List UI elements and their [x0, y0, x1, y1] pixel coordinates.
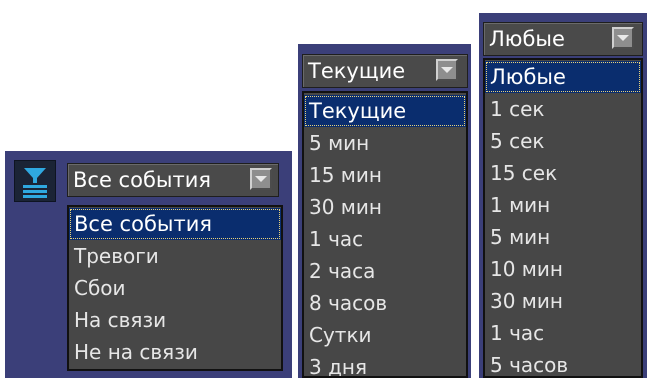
event-option-online[interactable]: На связи — [69, 304, 281, 336]
event-type-value: Все события — [73, 168, 211, 192]
event-option-failures[interactable]: Сбои — [69, 272, 281, 304]
period-list: Текущие 5 мин 15 мин 30 мин 1 час 2 часа… — [302, 91, 468, 378]
period-value: Текущие — [308, 59, 406, 83]
period-option[interactable]: 8 часов — [304, 287, 466, 319]
duration-option[interactable]: 5 часов — [485, 349, 641, 376]
duration-option[interactable]: Любые — [485, 61, 641, 93]
period-option[interactable]: 15 мин — [304, 159, 466, 191]
duration-option[interactable]: 5 мин — [485, 221, 641, 253]
event-type-dropdown[interactable]: Все события — [67, 163, 279, 197]
period-option[interactable]: 3 дня — [304, 351, 466, 376]
duration-option[interactable]: 1 сек — [485, 93, 641, 125]
period-option[interactable]: Сутки — [304, 319, 466, 351]
event-option-all[interactable]: Все события — [69, 208, 281, 240]
duration-option[interactable]: 15 сек — [485, 157, 641, 189]
period-option[interactable]: 2 часа — [304, 255, 466, 287]
period-option[interactable]: 5 мин — [304, 127, 466, 159]
event-type-list: Все события Тревоги Сбои На связи Не на … — [67, 205, 283, 371]
duration-option[interactable]: 30 мин — [485, 285, 641, 317]
duration-value: Любые — [489, 27, 565, 51]
period-option[interactable]: Текущие — [304, 95, 466, 127]
chevron-down-icon[interactable] — [436, 59, 458, 81]
duration-list: Любые 1 сек 5 сек 15 сек 1 мин 5 мин 10 … — [483, 58, 643, 378]
event-option-offline[interactable]: Не на связи — [69, 336, 281, 368]
chevron-down-icon[interactable] — [250, 168, 272, 190]
period-option[interactable]: 1 час — [304, 223, 466, 255]
chevron-down-icon[interactable] — [612, 27, 634, 49]
event-option-alarms[interactable]: Тревоги — [69, 240, 281, 272]
duration-option[interactable]: 1 мин — [485, 189, 641, 221]
duration-option[interactable]: 5 сек — [485, 125, 641, 157]
filter-button[interactable] — [14, 160, 56, 202]
filter-funnel-icon — [23, 168, 47, 198]
duration-dropdown[interactable]: Любые — [483, 22, 643, 56]
duration-option[interactable]: 10 мин — [485, 253, 641, 285]
duration-option[interactable]: 1 час — [485, 317, 641, 349]
period-option[interactable]: 30 мин — [304, 191, 466, 223]
period-dropdown[interactable]: Текущие — [302, 54, 468, 88]
